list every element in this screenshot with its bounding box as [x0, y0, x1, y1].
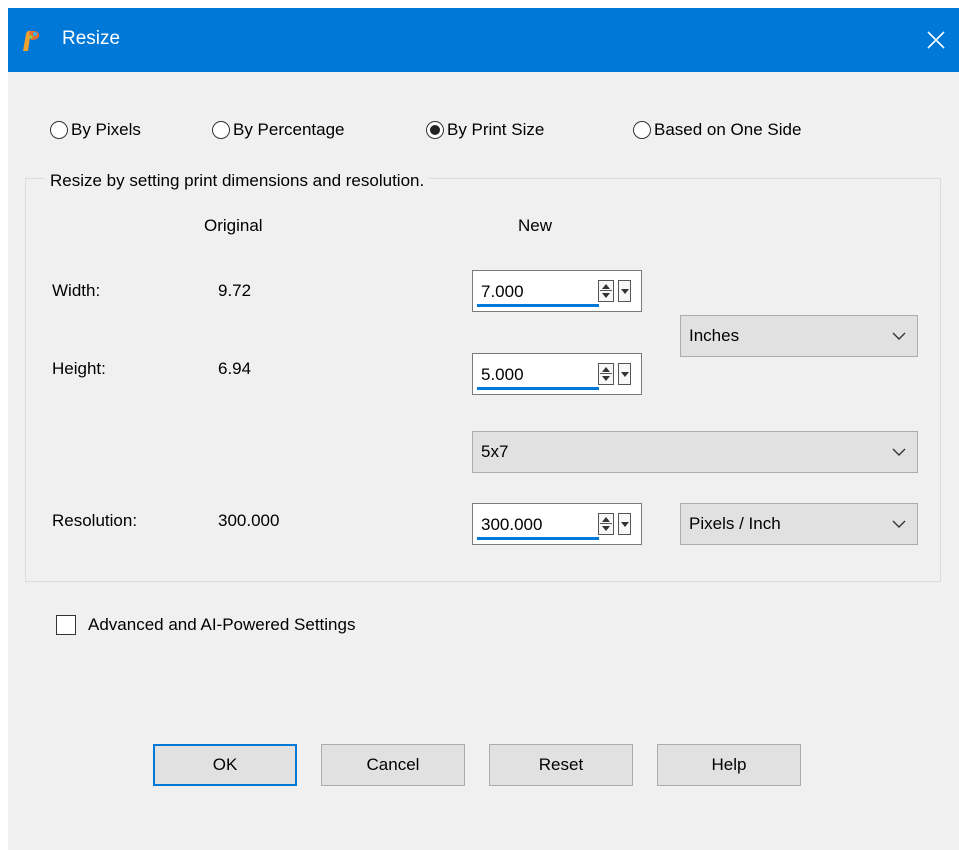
chevron-down-icon [892, 448, 906, 456]
advanced-settings-label[interactable]: Advanced and AI-Powered Settings [88, 615, 355, 635]
resolution-new-value: 300.000 [481, 515, 543, 534]
preset-size-value: 5x7 [481, 442, 509, 461]
resize-dialog: Resize By Pixels By Percentage By Print … [8, 8, 959, 850]
units-dropdown[interactable]: Inches [680, 315, 918, 357]
radio-by-percentage-label: By Percentage [233, 120, 345, 139]
original-column-header: Original [204, 216, 263, 235]
resolution-spin-field[interactable]: 300.000 [472, 503, 642, 545]
radio-based-on-one-side[interactable]: Based on One Side [633, 118, 801, 142]
close-icon [927, 31, 945, 49]
height-new-value: 5.000 [481, 365, 524, 384]
height-original-value: 6.94 [218, 359, 252, 378]
close-button[interactable] [913, 8, 959, 72]
radio-selected-icon [426, 121, 444, 139]
resolution-units-value: Pixels / Inch [689, 514, 781, 533]
advanced-settings-checkbox[interactable] [56, 615, 76, 635]
radio-circle-icon [633, 121, 651, 139]
focus-underline [477, 387, 599, 390]
resolution-stepper[interactable] [598, 513, 614, 535]
resolution-original-value: 300.000 [218, 511, 280, 530]
radio-by-pixels-label: By Pixels [71, 120, 141, 139]
window-title: Resize [62, 28, 121, 49]
width-spin-field[interactable]: 7.000 [472, 270, 642, 312]
units-value: Inches [689, 326, 740, 345]
width-stepper[interactable] [598, 280, 614, 302]
focus-underline [477, 537, 599, 540]
groupbox-legend: Resize by setting print dimensions and r… [45, 171, 430, 191]
title-bar: Resize [8, 8, 959, 72]
paintshop-pro-icon [23, 30, 40, 51]
focus-underline [477, 304, 599, 307]
width-new-value: 7.000 [481, 282, 524, 301]
resolution-label: Resolution: [52, 511, 138, 530]
width-slider-dropdown[interactable] [618, 280, 631, 302]
height-slider-dropdown[interactable] [618, 363, 631, 385]
radio-based-on-one-side-label: Based on One Side [654, 120, 802, 139]
preset-size-dropdown[interactable]: 5x7 [472, 431, 918, 473]
ok-button[interactable]: OK [153, 744, 297, 786]
chevron-down-icon [892, 332, 906, 340]
radio-by-print-size[interactable]: By Print Size [426, 118, 544, 142]
cancel-button[interactable]: Cancel [321, 744, 465, 786]
radio-by-percentage[interactable]: By Percentage [212, 118, 345, 142]
height-spin-field[interactable]: 5.000 [472, 353, 642, 395]
radio-circle-icon [212, 121, 230, 139]
radio-circle-icon [50, 121, 68, 139]
height-label: Height: [52, 359, 106, 378]
new-column-header: New [518, 216, 553, 235]
radio-by-print-size-label: By Print Size [447, 120, 545, 139]
reset-button[interactable]: Reset [489, 744, 633, 786]
help-button[interactable]: Help [657, 744, 801, 786]
chevron-down-icon [892, 520, 906, 528]
height-stepper[interactable] [598, 363, 614, 385]
width-label: Width: [52, 281, 101, 300]
radio-by-pixels[interactable]: By Pixels [50, 118, 141, 142]
resolution-slider-dropdown[interactable] [618, 513, 631, 535]
width-original-value: 9.72 [218, 281, 252, 300]
resolution-units-dropdown[interactable]: Pixels / Inch [680, 503, 918, 545]
